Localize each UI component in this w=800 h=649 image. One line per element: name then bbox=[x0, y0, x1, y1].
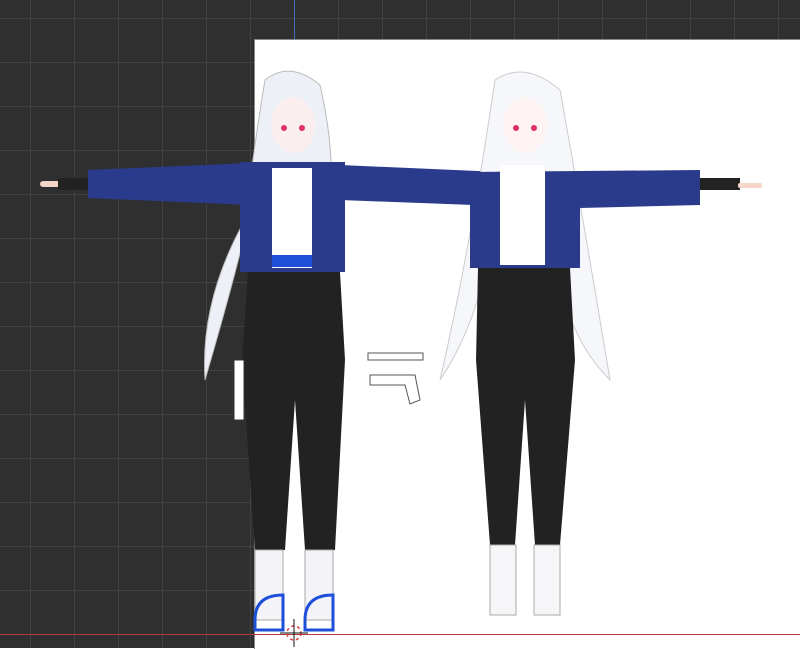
3d-viewport[interactable] bbox=[0, 0, 800, 649]
reference-character bbox=[367, 71, 762, 616]
scene-objects bbox=[40, 70, 762, 647]
character-model[interactable] bbox=[40, 70, 500, 632]
